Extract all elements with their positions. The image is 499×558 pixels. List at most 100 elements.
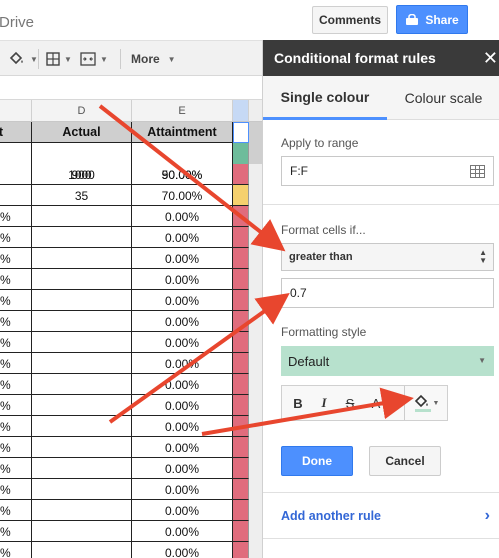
cancel-button[interactable]: Cancel bbox=[369, 446, 441, 476]
cell-actual[interactable] bbox=[32, 416, 132, 437]
cell-f[interactable] bbox=[233, 542, 249, 558]
italic-button[interactable]: I bbox=[313, 392, 335, 414]
condition-select[interactable]: greater than ▲ ▼ bbox=[281, 243, 494, 271]
scrollbar-track[interactable] bbox=[249, 353, 262, 374]
header-cell-attaintment[interactable]: Attaintment bbox=[132, 122, 233, 143]
cell-attaintment[interactable]: 0.00% bbox=[132, 206, 233, 227]
fill-color-button[interactable]: ▼ bbox=[409, 392, 443, 414]
cell-f[interactable] bbox=[233, 416, 249, 437]
cell-f[interactable] bbox=[233, 311, 249, 332]
cell-attaintment[interactable]: 0.00% bbox=[132, 542, 233, 558]
cell-f[interactable] bbox=[233, 395, 249, 416]
scrollbar-track[interactable] bbox=[249, 416, 262, 437]
bold-button[interactable]: B bbox=[287, 392, 309, 414]
cell-actual[interactable] bbox=[32, 458, 132, 479]
merge-cells-button[interactable]: ▼ bbox=[80, 49, 108, 69]
cell-actual[interactable] bbox=[32, 227, 132, 248]
cell-actual[interactable] bbox=[32, 311, 132, 332]
cell-c[interactable]: % bbox=[0, 290, 32, 311]
cell-attaintment[interactable]: 0.00% bbox=[132, 311, 233, 332]
cell-actual[interactable]: 35 bbox=[32, 185, 132, 206]
cell-f[interactable] bbox=[233, 290, 249, 311]
share-button[interactable]: Share bbox=[396, 5, 468, 34]
cell-f[interactable] bbox=[233, 374, 249, 395]
cell-actual[interactable]: 1000 bbox=[32, 164, 132, 185]
tab-colour-scale[interactable]: Colour scale bbox=[387, 76, 499, 120]
cell-attaintment[interactable]: 50.00% bbox=[132, 164, 233, 185]
cell-c[interactable]: % bbox=[0, 521, 32, 542]
text-color-button[interactable]: A bbox=[365, 392, 387, 414]
fill-color-button[interactable]: ▼ bbox=[8, 49, 38, 69]
cell-f[interactable] bbox=[233, 437, 249, 458]
cell-f[interactable] bbox=[233, 185, 249, 206]
cell-attaintment[interactable]: 0.00% bbox=[132, 500, 233, 521]
cell-actual[interactable] bbox=[32, 269, 132, 290]
cell-c[interactable]: % bbox=[0, 353, 32, 374]
scrollbar-track[interactable] bbox=[249, 185, 262, 206]
cell-actual[interactable] bbox=[32, 332, 132, 353]
cell-actual[interactable] bbox=[32, 353, 132, 374]
cell-attaintment[interactable]: 0.00% bbox=[132, 353, 233, 374]
cell-actual[interactable] bbox=[32, 374, 132, 395]
more-menu-button[interactable]: More ▼ bbox=[131, 49, 176, 69]
header-cell-c[interactable]: t bbox=[0, 122, 32, 143]
range-input[interactable]: F:F bbox=[281, 156, 494, 186]
close-icon[interactable]: ✕ bbox=[483, 48, 498, 69]
cell-c[interactable]: % bbox=[0, 437, 32, 458]
cell-c[interactable]: % bbox=[0, 458, 32, 479]
grid-select-icon[interactable] bbox=[470, 165, 485, 178]
cell-attaintment[interactable]: 0.00% bbox=[132, 479, 233, 500]
cell-f[interactable] bbox=[233, 206, 249, 227]
add-another-rule-link[interactable]: Add another rule › bbox=[263, 494, 499, 538]
scrollbar-track[interactable] bbox=[249, 227, 262, 248]
cell-f[interactable] bbox=[233, 521, 249, 542]
borders-button[interactable]: ▼ bbox=[46, 49, 72, 69]
cell-actual[interactable] bbox=[32, 206, 132, 227]
cell-c[interactable]: % bbox=[0, 374, 32, 395]
cell-actual[interactable] bbox=[32, 521, 132, 542]
cell-c[interactable]: % bbox=[0, 416, 32, 437]
cell-actual[interactable] bbox=[32, 290, 132, 311]
cell-f[interactable] bbox=[233, 248, 249, 269]
cell-actual[interactable] bbox=[32, 479, 132, 500]
scrollbar-track[interactable] bbox=[249, 311, 262, 332]
cell-f[interactable] bbox=[233, 353, 249, 374]
scrollbar-track[interactable] bbox=[249, 437, 262, 458]
cell-c[interactable]: % bbox=[0, 332, 32, 353]
cell-attaintment[interactable]: 0.00% bbox=[132, 374, 233, 395]
cell-c[interactable]: % bbox=[0, 542, 32, 558]
cell-attaintment[interactable]: 0.00% bbox=[132, 332, 233, 353]
cell-f[interactable] bbox=[233, 227, 249, 248]
cell-actual[interactable] bbox=[32, 437, 132, 458]
cell-attaintment[interactable]: 0.00% bbox=[132, 416, 233, 437]
done-button[interactable]: Done bbox=[281, 446, 353, 476]
scrollbar-track[interactable] bbox=[249, 521, 262, 542]
cell-c[interactable]: % bbox=[0, 500, 32, 521]
scrollbar-track[interactable] bbox=[249, 500, 262, 521]
scrollbar-track[interactable] bbox=[249, 374, 262, 395]
cell-c[interactable]: % bbox=[0, 206, 32, 227]
cell-c[interactable]: % bbox=[0, 479, 32, 500]
cell-actual[interactable] bbox=[32, 395, 132, 416]
cell-attaintment[interactable]: 0.00% bbox=[132, 458, 233, 479]
cell-c[interactable]: % bbox=[0, 248, 32, 269]
scrollbar-track[interactable] bbox=[249, 542, 262, 558]
cell-f[interactable] bbox=[233, 458, 249, 479]
header-cell-f[interactable] bbox=[233, 122, 249, 143]
scrollbar-track[interactable] bbox=[249, 122, 262, 143]
scrollbar-track[interactable] bbox=[249, 332, 262, 353]
cell-c[interactable]: % bbox=[0, 269, 32, 290]
cell-actual[interactable] bbox=[32, 248, 132, 269]
scrollbar-track[interactable] bbox=[249, 269, 262, 290]
cell-f[interactable] bbox=[233, 479, 249, 500]
column-header-c[interactable] bbox=[0, 100, 32, 122]
column-header-d[interactable]: D bbox=[32, 100, 132, 122]
scrollbar-track[interactable] bbox=[249, 395, 262, 416]
cell-c[interactable]: % bbox=[0, 227, 32, 248]
strikethrough-button[interactable]: S bbox=[339, 392, 361, 414]
cell-attaintment[interactable]: 0.00% bbox=[132, 248, 233, 269]
cell-actual[interactable] bbox=[32, 500, 132, 521]
formula-bar[interactable] bbox=[0, 76, 262, 100]
scrollbar-track[interactable] bbox=[249, 248, 262, 269]
cell-c[interactable] bbox=[0, 164, 32, 185]
